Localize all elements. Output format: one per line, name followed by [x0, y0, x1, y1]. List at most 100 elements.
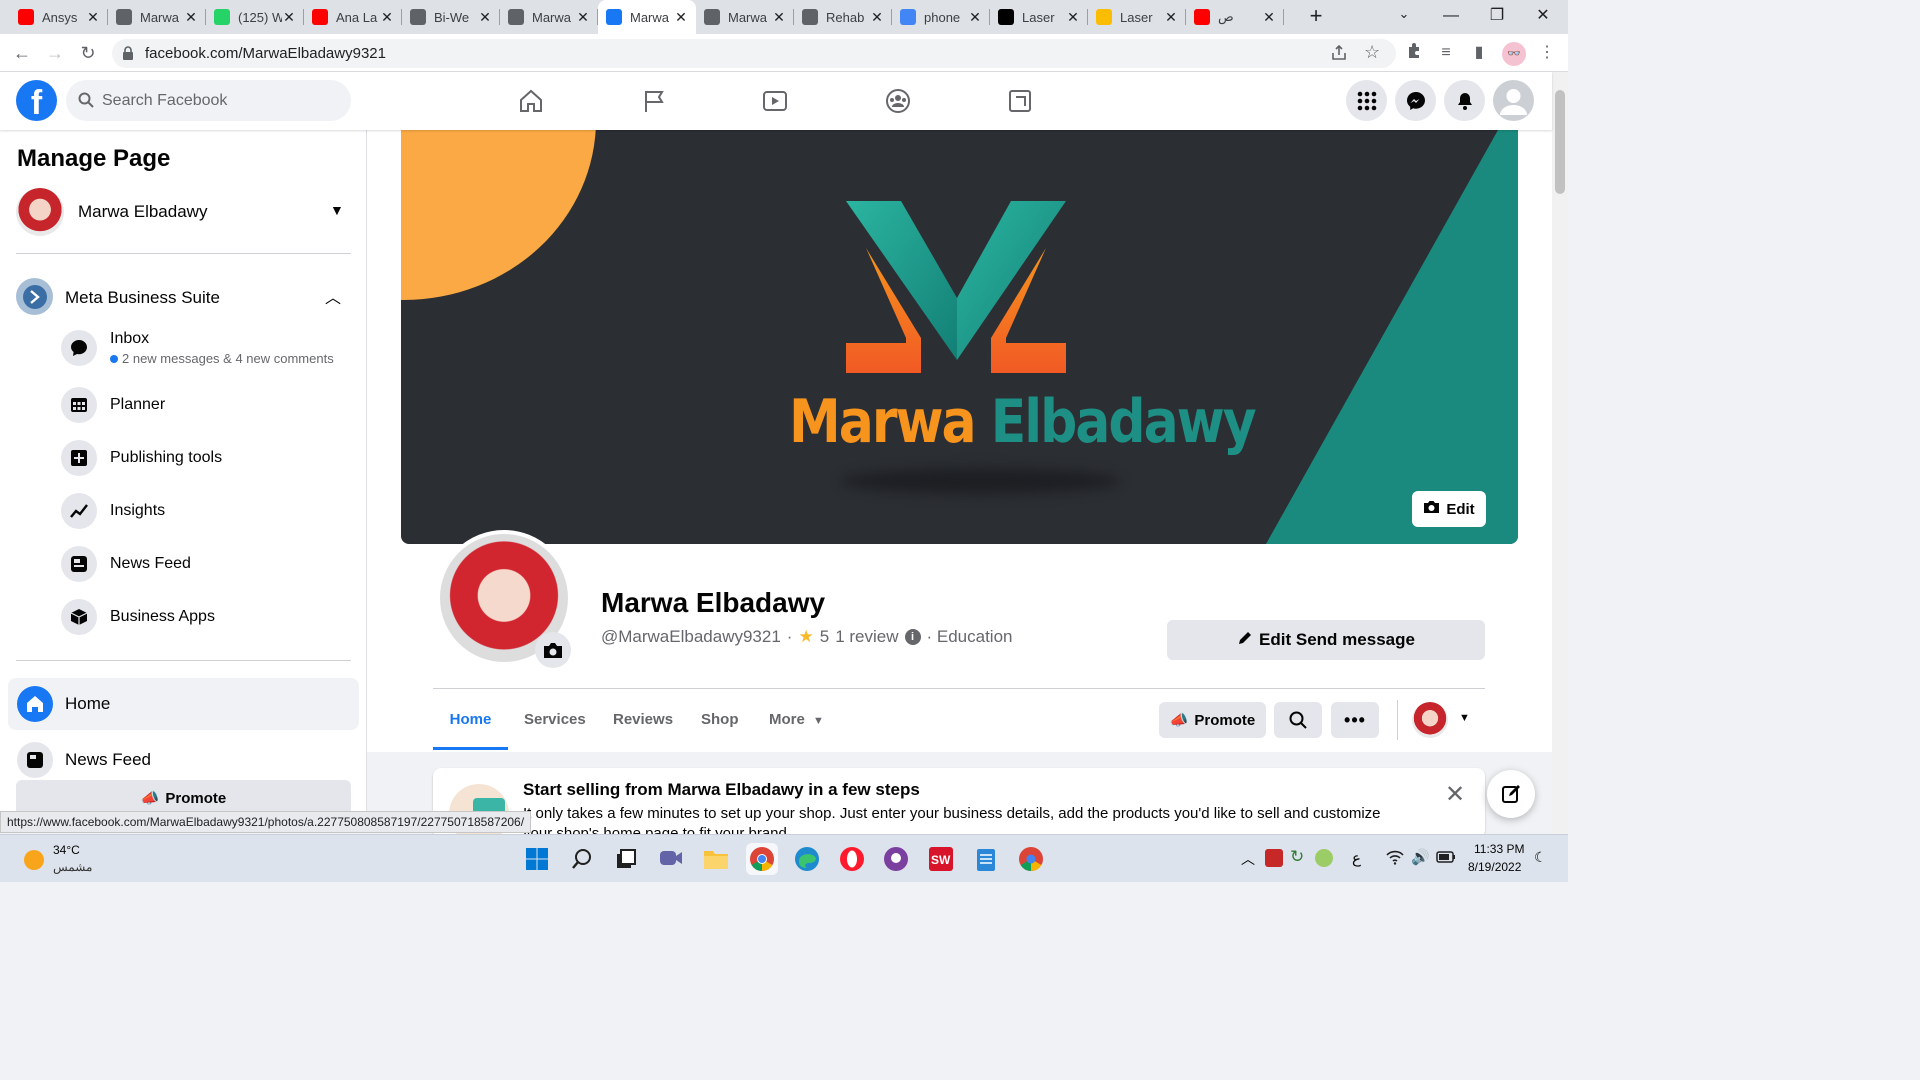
tab-more[interactable]: More ▼ — [769, 704, 824, 750]
volume-icon[interactable]: 🔊 — [1411, 848, 1430, 866]
promote-button[interactable]: 📣 Promote — [1159, 702, 1266, 738]
update-photo-button[interactable] — [535, 632, 571, 668]
browser-tab[interactable]: Marwa ✕ — [500, 0, 598, 34]
sidebar-item-planner[interactable]: Planner — [61, 387, 165, 423]
close-tab-icon[interactable]: ✕ — [968, 9, 982, 26]
extensions-icon[interactable] — [1403, 42, 1425, 64]
page-category[interactable]: · Education — [927, 627, 1013, 647]
sidebar-promote-button[interactable]: 📣 Promote — [16, 780, 351, 812]
notepad-button[interactable] — [970, 843, 1002, 875]
start-button[interactable] — [521, 843, 553, 875]
new-message-button[interactable] — [1487, 770, 1535, 818]
file-explorer-button[interactable] — [700, 843, 732, 875]
chrome-menu-icon[interactable]: ⋮ — [1536, 42, 1558, 64]
forward-button[interactable]: → — [43, 42, 67, 66]
clock-time[interactable]: 11:33 PM — [1474, 842, 1524, 856]
chrome-profile-button[interactable] — [1015, 843, 1047, 875]
bookmark-star-icon[interactable]: ☆ — [1364, 42, 1380, 63]
notification-center-icon[interactable]: ☾ — [1534, 849, 1547, 866]
task-view-button[interactable] — [610, 843, 642, 875]
opera-button[interactable] — [836, 843, 868, 875]
browser-tab[interactable]: Rehab ✕ — [794, 0, 892, 34]
chrome-taskbar-button[interactable] — [746, 843, 778, 875]
close-tab-icon[interactable]: ✕ — [86, 9, 100, 26]
tab-shop[interactable]: Shop — [701, 704, 739, 750]
tab-home[interactable]: Home — [433, 704, 508, 750]
browser-tab[interactable]: Bi-We ✕ — [402, 0, 500, 34]
page-switcher[interactable]: Marwa Elbadawy ▼ — [16, 188, 351, 236]
address-bar[interactable]: facebook.com/MarwaElbadawy9321 ☆ — [112, 39, 1396, 68]
edit-send-message-button[interactable]: Edit Send message — [1167, 620, 1485, 660]
close-tab-icon[interactable]: ✕ — [282, 9, 296, 26]
browser-tab[interactable]: phone ✕ — [892, 0, 990, 34]
browser-tab[interactable]: (125) W ✕ — [206, 0, 304, 34]
browser-tab[interactable]: Laser ✕ — [1088, 0, 1186, 34]
browser-tab[interactable]: Marwa ✕ — [598, 0, 696, 34]
wifi-icon[interactable] — [1386, 849, 1404, 870]
clock-date[interactable]: 8/19/2022 — [1468, 860, 1521, 874]
close-tab-icon[interactable]: ✕ — [1066, 9, 1080, 26]
new-tab-button[interactable]: + — [1303, 4, 1329, 30]
sidebar-item-news-feed-2[interactable]: News Feed — [8, 734, 359, 786]
tray-app-icon[interactable] — [1265, 849, 1283, 867]
close-tab-icon[interactable]: ✕ — [870, 9, 884, 26]
search-input[interactable] — [102, 80, 342, 121]
taskbar-search-button[interactable] — [566, 843, 598, 875]
profile-avatar-icon[interactable]: 👓 — [1502, 42, 1526, 66]
sync-icon[interactable]: ↻ — [1290, 847, 1304, 867]
nav-gaming[interactable] — [964, 72, 1076, 130]
tray-globe-icon[interactable] — [1315, 849, 1333, 867]
search-box[interactable] — [66, 80, 351, 121]
nav-watch[interactable] — [719, 72, 831, 130]
close-icon[interactable]: ✕ — [1445, 780, 1465, 809]
sidebar-item-home[interactable]: Home — [8, 678, 359, 730]
info-icon[interactable]: i — [904, 629, 921, 645]
nav-groups[interactable] — [842, 72, 954, 130]
profile-switcher[interactable]: ▼ — [1412, 702, 1474, 738]
more-options-button[interactable]: ••• — [1331, 702, 1379, 738]
close-tab-icon[interactable]: ✕ — [1262, 9, 1276, 26]
meta-suite-header[interactable]: Meta Business Suite ︿ — [16, 278, 351, 316]
review-count[interactable]: 1 review — [835, 627, 898, 647]
close-tab-icon[interactable]: ✕ — [478, 9, 492, 26]
browser-tab[interactable]: Laser ✕ — [990, 0, 1088, 34]
nav-home[interactable] — [475, 72, 587, 130]
close-window-button[interactable]: ✕ — [1520, 0, 1566, 34]
notifications-button[interactable] — [1444, 80, 1485, 121]
browser-tab[interactable]: ص ✕ — [1186, 0, 1284, 34]
maximize-button[interactable]: ❐ — [1474, 0, 1520, 34]
close-tab-icon[interactable]: ✕ — [674, 9, 688, 26]
teams-chat-button[interactable] — [655, 843, 687, 875]
chevron-up-icon[interactable]: ︿ — [1241, 849, 1255, 869]
sidebar-item-insights[interactable]: Insights — [61, 493, 165, 529]
battery-icon[interactable] — [1436, 850, 1456, 868]
close-tab-icon[interactable]: ✕ — [772, 9, 786, 26]
browser-tab[interactable]: Marwa ✕ — [696, 0, 794, 34]
app-purple-button[interactable] — [880, 843, 912, 875]
tab-services[interactable]: Services — [524, 704, 586, 750]
sidebar-item-publishing-tools[interactable]: Publishing tools — [61, 440, 222, 476]
solidworks-button[interactable]: SW — [925, 843, 957, 875]
edit-cover-button[interactable]: Edit — [1412, 491, 1486, 527]
close-tab-icon[interactable]: ✕ — [576, 9, 590, 26]
facebook-logo[interactable]: f — [16, 80, 57, 122]
close-tab-icon[interactable]: ✕ — [1164, 9, 1178, 26]
menu-grid-button[interactable] — [1346, 80, 1387, 121]
page-scrollbar[interactable] — [1552, 72, 1568, 834]
browser-tab[interactable]: Ansys ✕ — [10, 0, 108, 34]
chevron-up-icon[interactable]: ︿ — [325, 284, 341, 308]
side-panel-icon[interactable]: ▮ — [1468, 42, 1490, 64]
tab-reviews[interactable]: Reviews — [613, 704, 673, 750]
sidebar-item-inbox[interactable]: Inbox 2 new messages & 4 new comments — [61, 330, 334, 366]
weather-sun-icon[interactable] — [24, 850, 44, 870]
share-icon[interactable] — [1330, 44, 1348, 67]
close-tab-icon[interactable]: ✕ — [184, 9, 198, 26]
browser-tab[interactable]: Marwa ✕ — [108, 0, 206, 34]
browser-tab[interactable]: Ana La ✕ — [304, 0, 402, 34]
tab-search-icon[interactable]: ⌄ — [1394, 6, 1414, 26]
page-search-button[interactable] — [1274, 702, 1322, 738]
sidebar-item-news-feed[interactable]: News Feed — [61, 546, 191, 582]
sidebar-item-business-apps[interactable]: Business Apps — [61, 599, 215, 635]
minimize-button[interactable]: — — [1428, 0, 1474, 34]
reload-button[interactable]: ↻ — [76, 42, 100, 66]
